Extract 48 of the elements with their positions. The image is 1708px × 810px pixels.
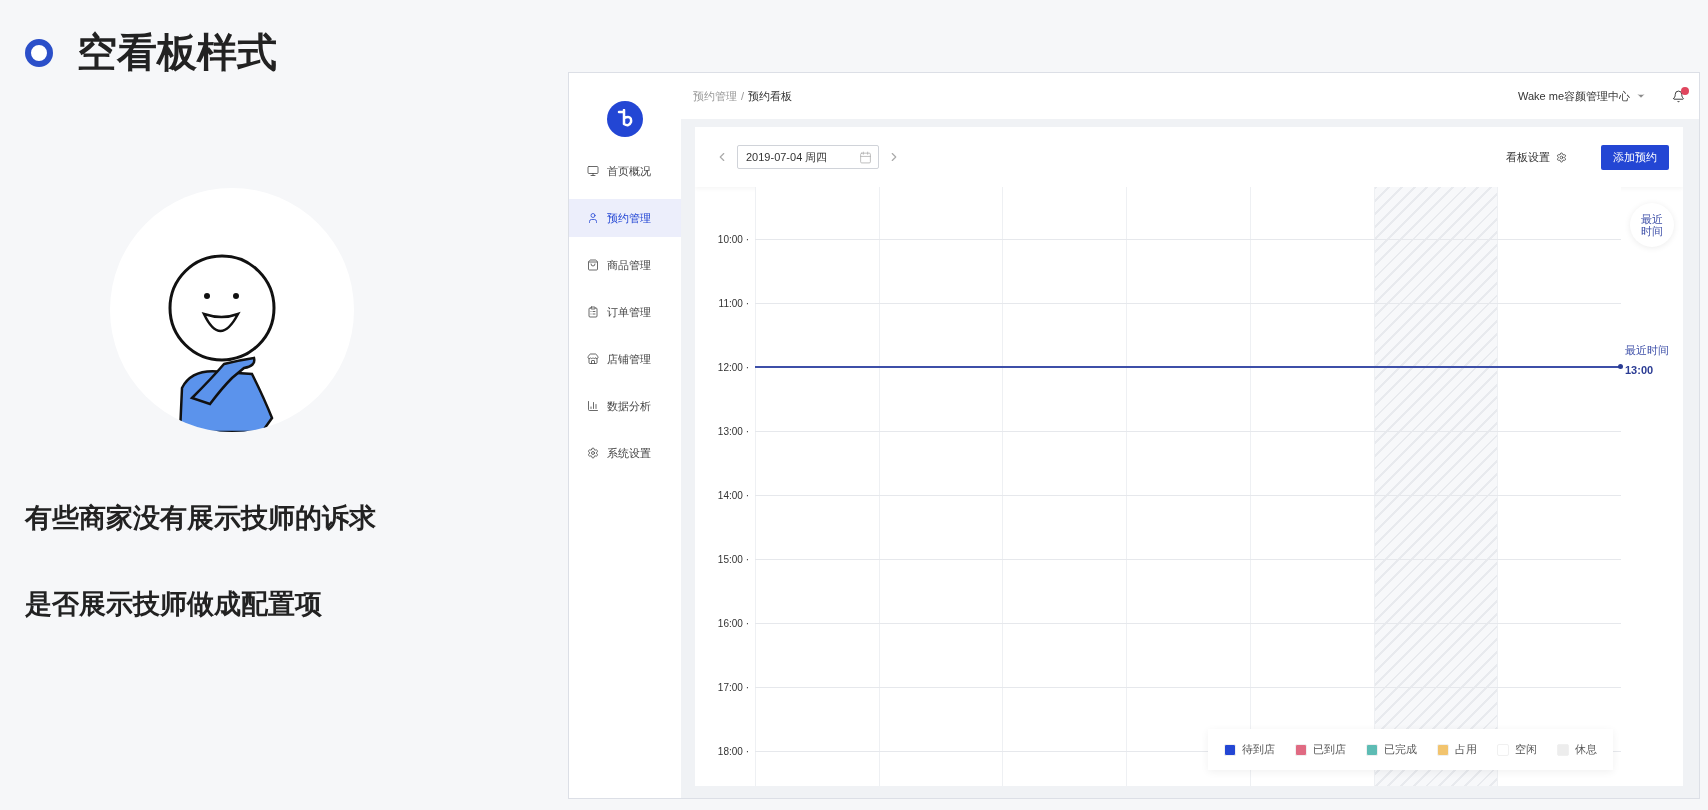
legend-label: 占用 (1455, 742, 1477, 757)
store-icon (587, 353, 599, 365)
bell-icon[interactable] (1672, 89, 1685, 103)
legend-label: 休息 (1575, 742, 1597, 757)
bar-chart-icon (587, 400, 599, 412)
time-label: 18:00 · (716, 745, 750, 757)
logo-icon (607, 101, 643, 137)
settings-icon (587, 447, 599, 459)
calendar-icon (859, 150, 872, 164)
sidebar-item[interactable]: 系统设置 (569, 434, 681, 472)
slide-text: 是否展示技师做成配置项 (25, 588, 323, 621)
caret-icon (1636, 91, 1646, 101)
notification-dot (1681, 86, 1689, 95)
time-label: 17:00 · (716, 681, 750, 693)
recent-time-button[interactable]: 最近时间 (1630, 203, 1674, 247)
breadcrumb-item: / (741, 90, 745, 102)
board-settings-link[interactable]: 看板设置 (1506, 149, 1567, 165)
sidebar-item[interactable]: 预约管理 (569, 199, 681, 237)
time-label: 13:00 · (716, 425, 750, 437)
time-label: 15:00 · (716, 553, 750, 565)
now-label: 最近时间 (1625, 343, 1669, 358)
date-field[interactable]: 2019-07-04 周四 (737, 145, 879, 169)
time-label: 14:00 · (716, 489, 750, 501)
time-label: 12:00 · (716, 361, 750, 373)
user-icon (587, 212, 599, 224)
legend-label: 已到店 (1313, 742, 1346, 757)
account-dropdown[interactable]: Wake me容颜管理中心 (1517, 88, 1646, 104)
monitor-icon (587, 165, 599, 177)
sidebar-item[interactable]: 商品管理 (569, 246, 681, 284)
time-label: 10:00 · (716, 233, 750, 245)
sidebar-item[interactable]: 数据分析 (569, 387, 681, 425)
breadcrumb-item[interactable]: 预约看板 (748, 88, 793, 104)
list-icon (587, 306, 599, 318)
sidebar-item[interactable]: 店铺管理 (569, 340, 681, 378)
sidebar-item[interactable]: 订单管理 (569, 293, 681, 331)
slide-title: 空看板样式 (77, 29, 277, 76)
settings-icon (1556, 151, 1567, 163)
now-time: 13:00 (1625, 364, 1655, 376)
add-button[interactable]: 添加预约 (1601, 144, 1669, 170)
time-label: 11:00 · (717, 297, 750, 309)
slide-text: 有些商家没有展示技师的诉求 (25, 502, 377, 535)
time-label: 16:00 · (716, 617, 750, 629)
bullet-ring-icon (25, 38, 53, 67)
legend-label: 已完成 (1384, 742, 1417, 757)
legend-label: 空闲 (1515, 742, 1537, 757)
legend-label: 待到店 (1242, 742, 1275, 757)
sidebar-item[interactable]: 首页概况 (569, 152, 681, 190)
bag-icon (587, 259, 599, 271)
